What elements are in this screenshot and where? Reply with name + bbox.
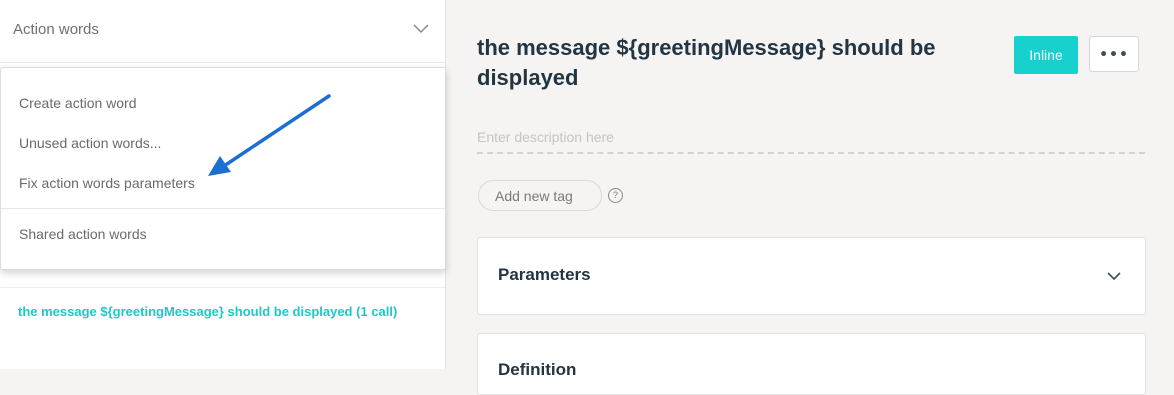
- parameters-section[interactable]: Parameters: [477, 237, 1146, 315]
- more-button[interactable]: •••: [1089, 36, 1139, 72]
- action-word-list-item[interactable]: the message ${greetingMessage} should be…: [18, 304, 397, 319]
- help-icon[interactable]: ?: [608, 188, 623, 203]
- annotation-arrow: [208, 94, 331, 176]
- list-divider: [0, 287, 445, 288]
- chevron-down-icon[interactable]: [1106, 271, 1122, 281]
- more-icon: •••: [1099, 46, 1129, 63]
- menu-item-create-action-word[interactable]: Create action word: [19, 95, 137, 111]
- menu-item-fix-parameters[interactable]: Fix action words parameters: [19, 175, 195, 191]
- action-words-header[interactable]: Action words: [0, 0, 445, 63]
- menu-item-unused-action-words[interactable]: Unused action words...: [19, 135, 161, 151]
- description-input[interactable]: [477, 122, 1145, 154]
- page-title: the message ${greetingMessage} should be…: [477, 35, 936, 90]
- menu-separator: [1, 208, 445, 209]
- chevron-down-icon[interactable]: [412, 22, 430, 34]
- parameters-title: Parameters: [498, 265, 591, 284]
- add-tag-button[interactable]: Add new tag: [478, 180, 602, 211]
- inline-button[interactable]: Inline: [1014, 36, 1078, 74]
- definition-section[interactable]: Definition: [477, 333, 1146, 395]
- action-words-title: Action words: [13, 21, 99, 38]
- definition-title: Definition: [498, 360, 577, 379]
- menu-item-shared-action-words[interactable]: Shared action words: [19, 226, 147, 242]
